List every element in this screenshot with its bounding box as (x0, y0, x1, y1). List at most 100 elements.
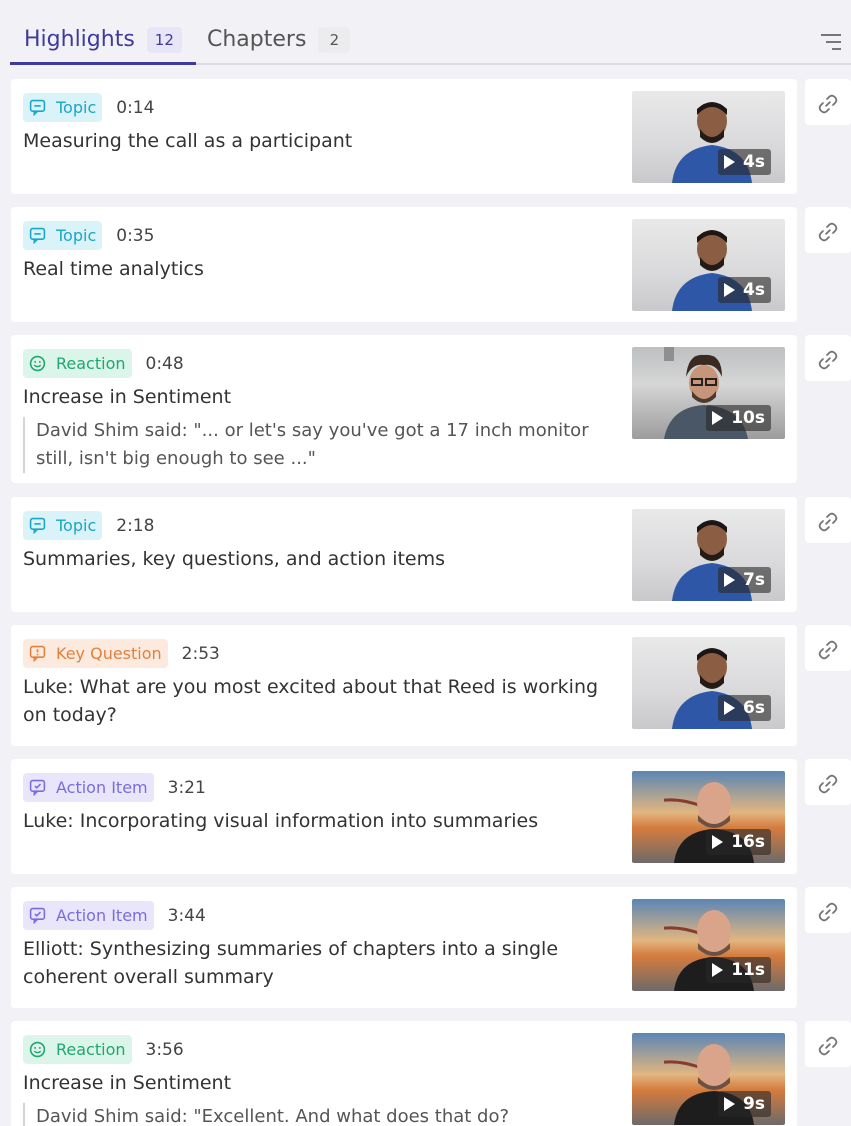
highlight-timestamp[interactable]: 0:35 (116, 226, 154, 246)
copy-link-button[interactable] (805, 625, 851, 671)
topic-badge: Topic (23, 511, 103, 540)
highlight-card[interactable]: Topic 0:35 Real time analytics 4s (11, 207, 797, 322)
highlight-header: Key Question 2:53 (23, 639, 220, 668)
play-duration-badge: 10s (706, 405, 771, 431)
highlight-title: Increase in Sentiment (23, 386, 232, 408)
video-thumbnail[interactable]: 16s (632, 771, 785, 863)
video-thumbnail[interactable]: 4s (632, 91, 785, 183)
chat-bubble-icon (29, 227, 46, 244)
highlight-title: Increase in Sentiment (23, 1072, 232, 1094)
highlight-timestamp[interactable]: 0:14 (116, 98, 154, 118)
clip-duration: 6s (743, 698, 765, 718)
reaction-badge: Reaction (23, 349, 132, 378)
highlight-card[interactable]: Action Item 3:44 Elliott: Synthesizing s… (11, 887, 797, 1008)
play-duration-badge: 11s (706, 957, 771, 983)
badge-label: Reaction (56, 1040, 126, 1059)
highlight-header: Reaction 3:56 (23, 1035, 184, 1064)
highlight-timestamp[interactable]: 3:56 (146, 1040, 184, 1060)
video-thumbnail[interactable]: 9s (632, 1033, 785, 1125)
play-duration-badge: 4s (718, 149, 771, 175)
highlight-title: Measuring the call as a participant (23, 130, 353, 152)
highlight-header: Topic 0:14 (23, 93, 154, 122)
active-tab-indicator (10, 62, 196, 65)
play-icon (724, 1097, 736, 1111)
highlight-title: Elliott: Synthesizing summaries of chapt… (23, 938, 559, 988)
copy-link-button[interactable] (805, 79, 851, 125)
play-icon (712, 411, 724, 425)
highlight-timestamp[interactable]: 2:53 (182, 644, 220, 664)
play-duration-badge: 6s (718, 695, 771, 721)
highlights-tabs: Highlights 12 Chapters 2 (10, 0, 851, 66)
highlight-quote: David Shim said: "Excellent. And what do… (23, 1103, 613, 1126)
play-duration-badge: 16s (706, 829, 771, 855)
highlight-header: Topic 0:35 (23, 221, 154, 250)
play-icon (712, 835, 724, 849)
tab-highlights-label: Highlights (24, 27, 135, 52)
smiley-icon (29, 355, 46, 372)
play-icon (712, 963, 724, 977)
highlight-card[interactable]: Reaction 0:48 Increase in Sentiment Davi… (11, 335, 797, 483)
highlight-title: Luke: Incorporating visual information i… (23, 810, 539, 832)
clip-duration: 7s (743, 570, 765, 590)
play-icon (724, 701, 736, 715)
topic-badge: Topic (23, 221, 103, 250)
copy-link-button[interactable] (805, 887, 851, 933)
clip-duration: 10s (731, 408, 765, 428)
highlight-timestamp[interactable]: 3:44 (168, 906, 206, 926)
link-icon (818, 350, 838, 370)
badge-label: Action Item (56, 906, 148, 925)
highlight-title: Real time analytics (23, 258, 204, 280)
highlight-card[interactable]: Key Question 2:53 Luke: What are you mos… (11, 625, 797, 746)
highlight-header: Action Item 3:44 (23, 901, 206, 930)
clip-duration: 16s (731, 832, 765, 852)
badge-label: Topic (56, 98, 97, 117)
highlight-timestamp[interactable]: 3:21 (168, 778, 206, 798)
link-icon (818, 774, 838, 794)
badge-label: Action Item (56, 778, 148, 797)
topic-badge: Topic (23, 93, 103, 122)
tab-chapters-label: Chapters (207, 27, 307, 52)
clip-duration: 4s (743, 280, 765, 300)
highlight-title: Luke: What are you most excited about th… (23, 676, 599, 726)
smiley-icon (29, 1041, 46, 1058)
video-thumbnail[interactable]: 7s (632, 509, 785, 601)
play-icon (724, 573, 736, 587)
tab-chapters[interactable]: Chapters 2 (207, 26, 351, 54)
check-bubble-icon (29, 779, 46, 796)
action-item-badge: Action Item (23, 773, 154, 802)
clip-duration: 11s (731, 960, 765, 980)
action-item-badge: Action Item (23, 901, 154, 930)
copy-link-button[interactable] (805, 1021, 851, 1067)
link-icon (818, 1036, 838, 1056)
badge-label: Topic (56, 226, 97, 245)
video-thumbnail[interactable]: 4s (632, 219, 785, 311)
tab-highlights[interactable]: Highlights 12 (24, 26, 182, 54)
link-icon (818, 640, 838, 660)
video-thumbnail[interactable]: 10s (632, 347, 785, 439)
highlight-card[interactable]: Topic 0:14 Measuring the call as a parti… (11, 79, 797, 194)
highlight-header: Action Item 3:21 (23, 773, 206, 802)
clip-duration: 9s (743, 1094, 765, 1114)
highlight-card[interactable]: Reaction 3:56 Increase in Sentiment Davi… (11, 1021, 797, 1126)
play-duration-badge: 7s (718, 567, 771, 593)
highlight-card[interactable]: Action Item 3:21 Luke: Incorporating vis… (11, 759, 797, 874)
video-thumbnail[interactable]: 11s (632, 899, 785, 991)
filter-icon[interactable] (821, 34, 841, 50)
key-question-badge: Key Question (23, 639, 168, 668)
copy-link-button[interactable] (805, 497, 851, 543)
link-icon (818, 222, 838, 242)
chat-bubble-icon (29, 517, 46, 534)
tab-highlights-count: 12 (146, 27, 182, 53)
play-icon (724, 155, 736, 169)
highlight-card[interactable]: Topic 2:18 Summaries, key questions, and… (11, 497, 797, 612)
copy-link-button[interactable] (805, 335, 851, 381)
copy-link-button[interactable] (805, 759, 851, 805)
play-icon (724, 283, 736, 297)
highlight-timestamp[interactable]: 0:48 (146, 354, 184, 374)
tab-chapters-count: 2 (318, 27, 351, 53)
highlight-header: Topic 2:18 (23, 511, 154, 540)
highlight-timestamp[interactable]: 2:18 (116, 516, 154, 536)
copy-link-button[interactable] (805, 207, 851, 253)
video-thumbnail[interactable]: 6s (632, 637, 785, 729)
badge-label: Key Question (56, 644, 162, 663)
